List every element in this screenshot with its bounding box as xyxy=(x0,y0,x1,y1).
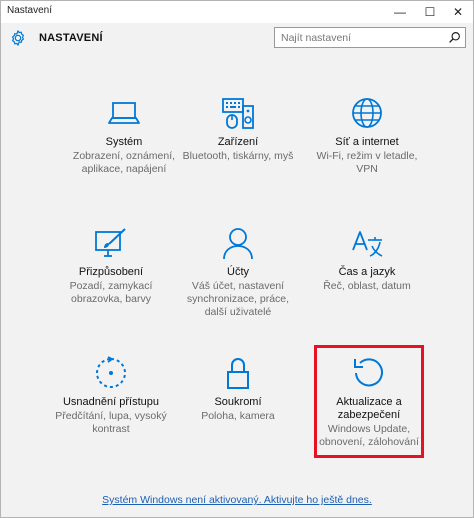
tile-personalization[interactable]: Přizpůsobení Pozadí, zamykací obrazovka,… xyxy=(46,226,176,326)
minimize-button[interactable]: — xyxy=(385,1,415,23)
close-button[interactable]: ✕ xyxy=(443,1,473,23)
tile-title: Čas a jazyk xyxy=(338,266,396,278)
highlight-box xyxy=(314,345,424,458)
tile-desc: Pozadí, zamykací obrazovka, barvy xyxy=(69,280,153,305)
tile-desc: Váš účet, nastavení synchronizace, práce… xyxy=(186,280,290,318)
globe-icon xyxy=(352,98,382,128)
person-icon xyxy=(223,228,253,260)
devices-icon xyxy=(222,98,254,129)
time-language-icon xyxy=(352,231,383,257)
tile-title: Soukromí xyxy=(214,396,262,408)
search-box[interactable] xyxy=(274,27,466,48)
activation-link[interactable]: Systém Windows není aktivovaný. Aktivujt… xyxy=(1,494,473,506)
tile-title: Síť a internet xyxy=(335,136,399,148)
maximize-button[interactable]: ☐ xyxy=(415,1,445,23)
page-title: NASTAVENÍ xyxy=(39,32,103,44)
tile-title: Zařízení xyxy=(217,136,259,148)
window-title: Nastavení xyxy=(7,5,53,16)
search-icon[interactable] xyxy=(448,31,461,44)
tile-time-language[interactable]: Čas a jazyk Řeč, oblast, datum xyxy=(302,226,432,326)
tile-title: Usnadnění přístupu xyxy=(62,396,159,408)
tile-title: Systém xyxy=(105,136,143,148)
tile-desc: Zobrazení, oznámení, aplikace, napájení xyxy=(72,150,176,175)
title-bar: Nastavení — ☐ ✕ xyxy=(1,1,473,23)
tile-title: Účty xyxy=(227,266,249,278)
tile-system[interactable]: Systém Zobrazení, oznámení, aplikace, na… xyxy=(59,96,189,196)
tile-desc: Předčítání, lupa, vysoký kontrast xyxy=(55,410,167,435)
tile-title: Přizpůsobení xyxy=(78,266,144,278)
tile-accounts[interactable]: Účty Váš účet, nastavení synchronizace, … xyxy=(173,226,303,326)
tile-desc: Řeč, oblast, datum xyxy=(323,280,411,292)
tile-ease-of-access[interactable]: Usnadnění přístupu Předčítání, lupa, vys… xyxy=(46,356,176,456)
settings-window: Nastavení — ☐ ✕ NASTAVENÍ Systém Zobraze… xyxy=(0,0,474,518)
gear-icon xyxy=(12,30,24,46)
accessibility-icon xyxy=(96,356,126,388)
tile-devices[interactable]: Zařízení Bluetooth, tiskárny, myš xyxy=(173,96,303,196)
tile-desc: Bluetooth, tiskárny, myš xyxy=(182,150,294,162)
lock-icon xyxy=(227,358,249,389)
laptop-icon xyxy=(108,102,140,124)
tile-desc: Poloha, kamera xyxy=(201,410,275,422)
tile-privacy[interactable]: Soukromí Poloha, kamera xyxy=(173,356,303,456)
personalization-icon xyxy=(95,228,126,257)
tile-network[interactable]: Síť a internet Wi-Fi, režim v letadle, V… xyxy=(302,96,432,196)
search-input[interactable] xyxy=(281,30,441,45)
tile-desc: Wi-Fi, režim v letadle, VPN xyxy=(316,150,418,175)
